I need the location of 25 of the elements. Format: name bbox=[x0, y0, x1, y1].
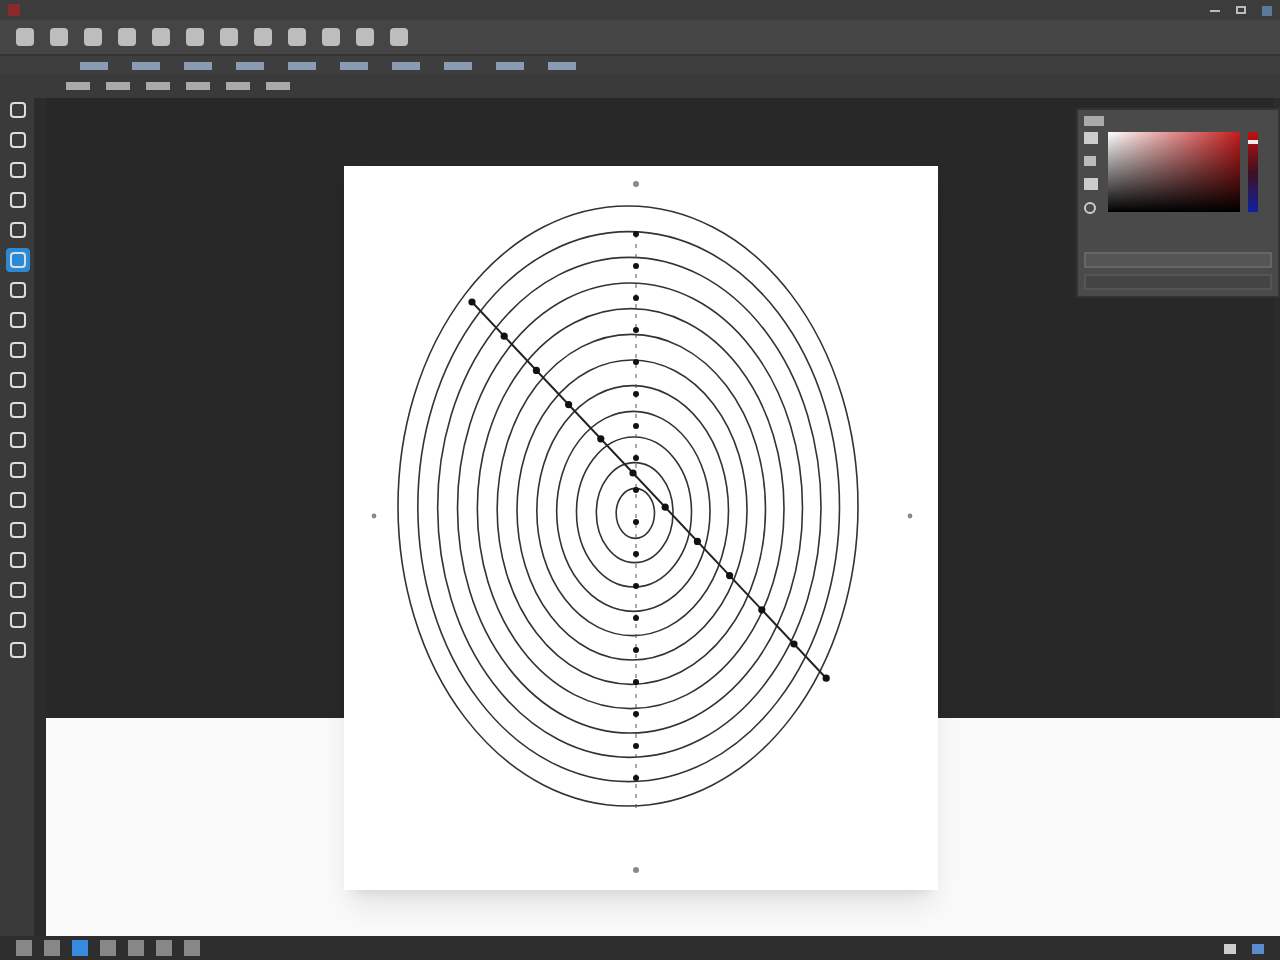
tool-button[interactable] bbox=[5, 308, 29, 332]
hue-slider-thumb[interactable] bbox=[1248, 139, 1258, 144]
color-picker-field[interactable] bbox=[1108, 132, 1240, 212]
tool-button[interactable] bbox=[5, 98, 29, 122]
tool-button[interactable] bbox=[5, 128, 29, 152]
minimize-icon[interactable] bbox=[1210, 9, 1220, 11]
maximize-icon[interactable] bbox=[1236, 6, 1246, 14]
tool-button[interactable] bbox=[5, 638, 29, 662]
tool-button[interactable] bbox=[5, 578, 29, 602]
tool-button[interactable] bbox=[5, 488, 29, 512]
close-icon[interactable] bbox=[1262, 5, 1272, 15]
tool-button[interactable] bbox=[5, 158, 29, 182]
tool-button[interactable] bbox=[5, 428, 29, 452]
tool-button[interactable] bbox=[5, 518, 29, 542]
tool-button[interactable] bbox=[5, 338, 29, 362]
app-logo-icon bbox=[8, 4, 20, 16]
tool-button[interactable] bbox=[5, 248, 29, 272]
tool-button[interactable] bbox=[5, 188, 29, 212]
tool-button[interactable] bbox=[5, 608, 29, 632]
tool-button[interactable] bbox=[5, 398, 29, 422]
tool-button[interactable] bbox=[5, 458, 29, 482]
tool-button[interactable] bbox=[5, 278, 29, 302]
tool-button[interactable] bbox=[5, 548, 29, 572]
tool-button[interactable] bbox=[5, 218, 29, 242]
tool-button[interactable] bbox=[5, 368, 29, 392]
